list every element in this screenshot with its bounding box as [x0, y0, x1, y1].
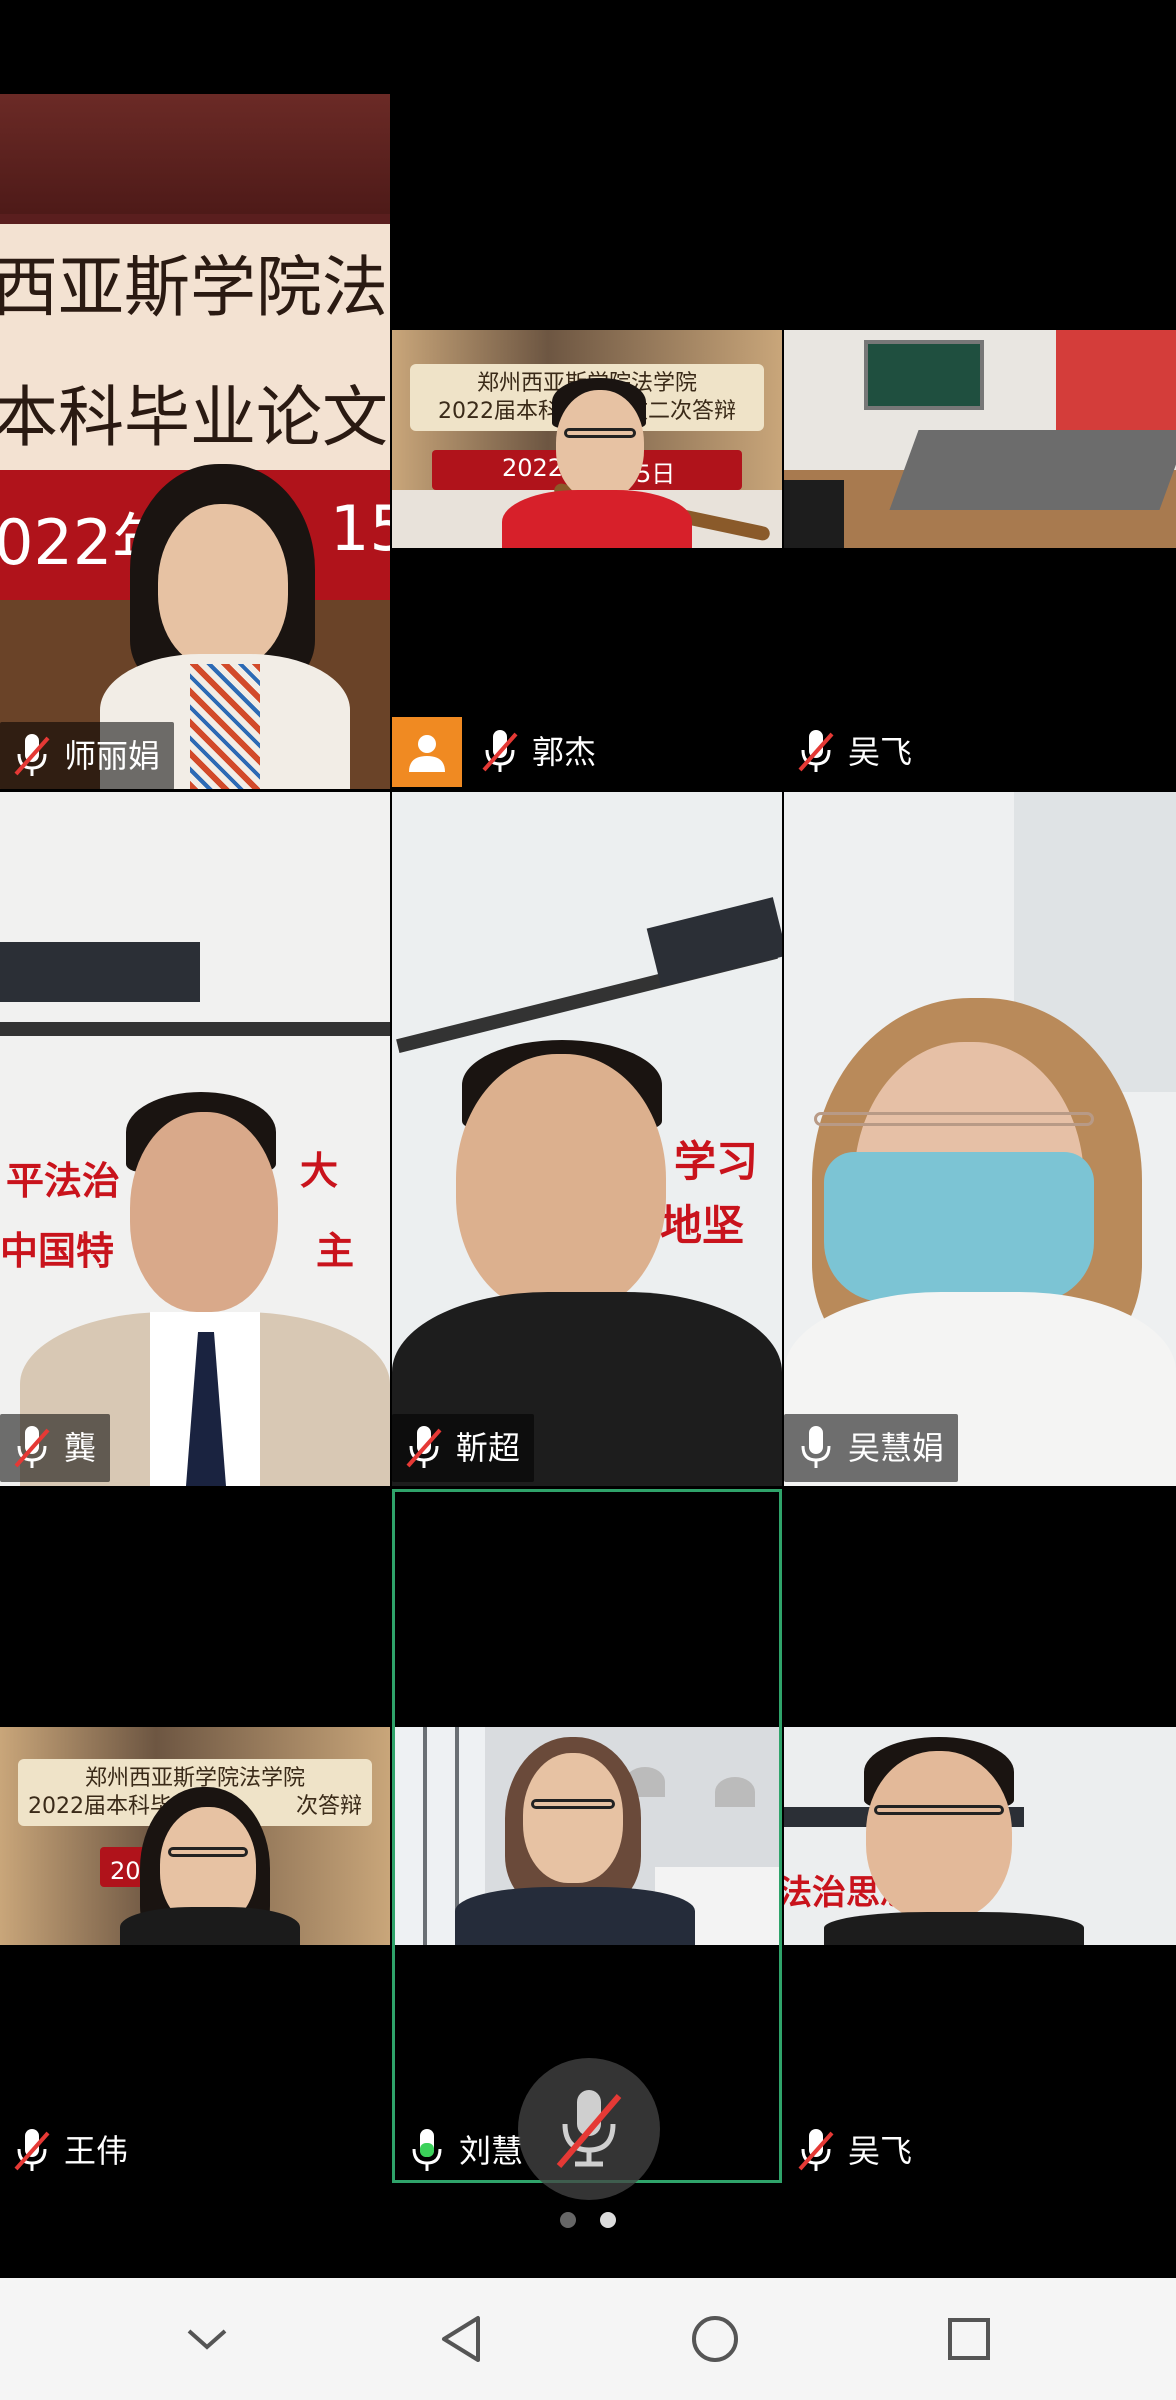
mute-toggle-button[interactable] [518, 2058, 660, 2200]
meeting-screen: 西亚斯学院法 本科毕业论文 022年 15 师丽娟 郑州西亚斯学院法学院 202… [0, 0, 1176, 2400]
video-tile-shi-lijuan[interactable]: 西亚斯学院法 本科毕业论文 022年 15 师丽娟 [0, 94, 390, 789]
video-feed [784, 330, 1176, 548]
mic-muted-icon [10, 2125, 54, 2177]
video-feed: 学习 地坚 [392, 792, 782, 1486]
participant-tag: 靳超 [392, 1414, 535, 1482]
background-wall-text: 学习 [674, 1137, 759, 1186]
mic-muted-icon [794, 726, 838, 778]
mic-active-icon [405, 2125, 449, 2177]
participant-name: 师丽娟 [64, 737, 161, 775]
mic-muted-icon [794, 2125, 838, 2177]
video-tile-jin-chao[interactable]: 学习 地坚 靳超 [392, 792, 782, 1486]
recents-button[interactable] [934, 2304, 1004, 2374]
video-feed: 郑州西亚斯学院法学院 2022届本科毕 次答辩 2022年 [0, 1727, 390, 1945]
participant-tag: 王伟 [0, 2117, 143, 2183]
background-wall-text: 平法治 [6, 1159, 121, 1203]
banner-line: 2022届本科毕 [28, 1793, 172, 1819]
video-feed: 西亚斯学院法 本科毕业论文 022年 15 [0, 94, 390, 789]
system-navigation-bar [0, 2278, 1176, 2400]
home-button[interactable] [680, 2304, 750, 2374]
background-banner-text: 15 [330, 492, 390, 565]
avatar-badge [392, 717, 462, 787]
background-banner-text: 2022 [502, 454, 564, 482]
participant-name: 王伟 [64, 2132, 129, 2170]
mic-muted-icon [556, 2090, 622, 2168]
participant-name: 吴慧娟 [848, 1429, 945, 1467]
participant-tag: 吴飞 [784, 2117, 927, 2183]
back-button[interactable] [426, 2304, 496, 2374]
background-wall-text: 大 [300, 1149, 339, 1193]
page-indicator[interactable] [0, 2212, 1176, 2228]
video-tile-wang-wei[interactable]: 郑州西亚斯学院法学院 2022届本科毕 次答辩 2022年 王伟 [0, 1489, 390, 2183]
video-feed: 法治思想 [784, 1727, 1176, 1945]
page-dot-active[interactable] [600, 2212, 616, 2228]
video-feed: 平法治 大 中国特 主 [0, 792, 390, 1486]
mic-muted-icon [402, 1422, 446, 1474]
mic-muted-icon [10, 1422, 54, 1474]
background-wall-text: 中国特 [0, 1229, 115, 1273]
background-wall-text: 主 [316, 1229, 355, 1273]
mic-muted-icon [10, 730, 54, 782]
participant-name: 吴飞 [848, 733, 913, 771]
participant-tag: 郭杰 [468, 718, 611, 786]
video-tile-wu-fei-2[interactable]: 法治思想 吴飞 [784, 1489, 1176, 2183]
participant-tag: 师丽娟 [0, 722, 175, 789]
background-banner-text: 本科毕业论文 [0, 379, 388, 456]
video-feed [395, 1727, 779, 1945]
participant-tag: 吴慧娟 [784, 1414, 959, 1482]
video-tile-guo-jie[interactable]: 郑州西亚斯学院法学院 2022届本科毕业论文二次答辩 2022 5日 郭杰 [392, 330, 782, 789]
participant-tag: 刘慧 [395, 2117, 538, 2180]
mic-muted-icon [478, 726, 522, 778]
chevron-down-icon [187, 2329, 227, 2350]
participant-name: 吴飞 [848, 2132, 913, 2170]
participant-name: 靳超 [456, 1429, 521, 1467]
participant-tag: 龔 [0, 1414, 111, 1482]
collapse-button[interactable] [172, 2304, 242, 2374]
square-recents-icon [948, 2318, 990, 2360]
video-feed: 郑州西亚斯学院法学院 2022届本科毕业论文二次答辩 2022 5日 [392, 330, 782, 548]
person-icon [409, 735, 445, 772]
circle-home-icon [692, 2316, 738, 2362]
video-tile-wu-huijuan[interactable]: 吴慧娟 [784, 792, 1176, 1486]
participant-name: 刘慧 [459, 2132, 524, 2170]
page-dot[interactable] [560, 2212, 576, 2228]
mic-icon [794, 1422, 838, 1474]
banner-line: 次答辩 [295, 1793, 362, 1819]
participant-name: 郭杰 [532, 733, 597, 771]
background-wall-text: 地坚 [660, 1201, 745, 1250]
background-banner-text: 西亚斯学院法 [0, 249, 388, 326]
video-feed [784, 792, 1176, 1486]
video-tile-gong[interactable]: 平法治 大 中国特 主 龔 [0, 792, 390, 1486]
video-tile-wu-fei[interactable]: 吴飞 [784, 330, 1176, 789]
participant-tag: 吴飞 [784, 718, 927, 786]
triangle-back-icon [442, 2316, 480, 2362]
participant-name: 龔 [64, 1429, 97, 1467]
